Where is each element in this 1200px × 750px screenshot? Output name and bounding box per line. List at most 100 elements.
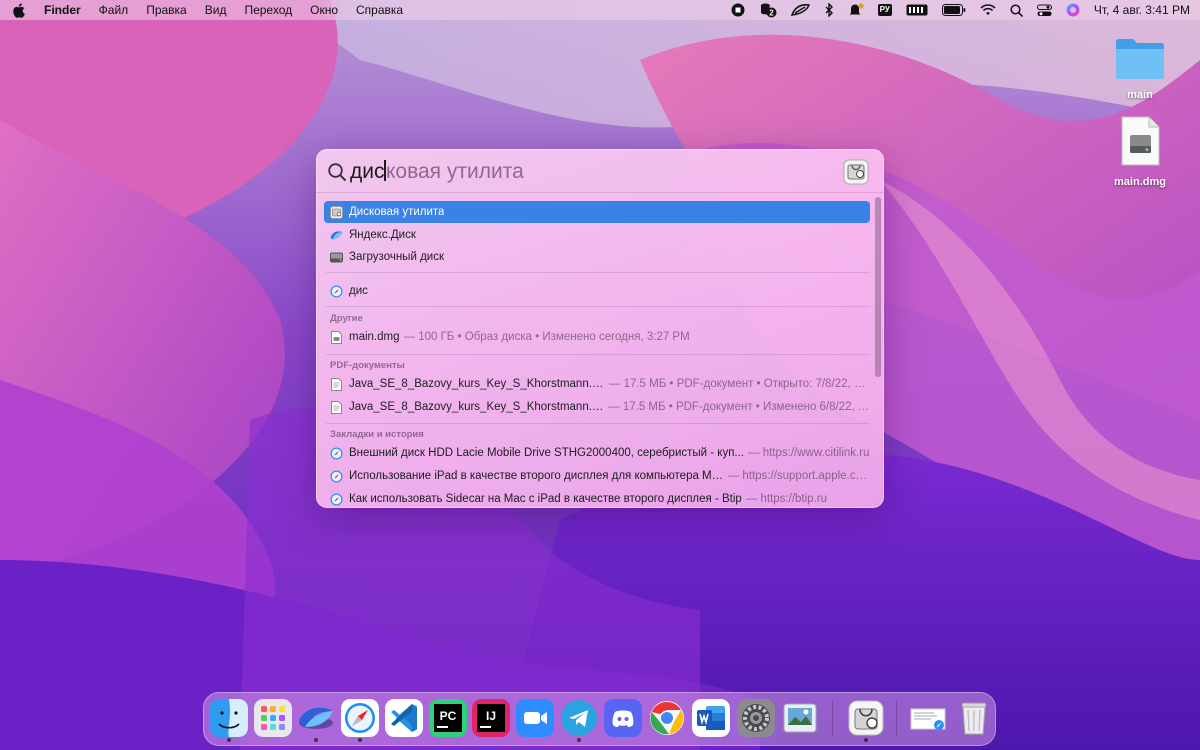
badge-count: 2 [769,9,774,18]
dock-app-text: PC [440,709,457,723]
menu-window[interactable]: Окно [310,3,338,17]
dock-trash[interactable] [955,699,993,737]
menu-go[interactable]: Переход [244,3,292,17]
yandex-disk-icon [330,229,343,242]
spotlight-search-bar[interactable]: дисковая утилита [316,149,884,193]
result-title: Яндекс.Диск [349,229,416,241]
desktop-icon-main-dmg[interactable]: main.dmg [1095,115,1185,188]
result-title: дис [349,285,368,297]
preview-icon [781,699,819,737]
result-title: Дисковая утилита [349,206,445,218]
dock: PC IJ [203,692,996,746]
result-title: Загрузочный диск [349,251,444,263]
spotlight-menu-icon[interactable] [1010,0,1023,20]
desktop-icon-main[interactable]: main [1095,36,1185,101]
dock-telegram[interactable] [560,699,598,742]
section-header-bookmarks: Закладки и история [330,429,424,440]
menu-file[interactable]: Файл [99,3,129,17]
search-completion: ковая утилита [385,160,524,183]
result-meta: — https://www.citilink.ru [748,447,870,459]
menu-edit[interactable]: Правка [146,3,187,17]
menu-bar: Finder Файл Правка Вид Переход Окно Спра… [0,0,1200,20]
dock-zoom[interactable] [516,699,554,737]
dock-vscode[interactable] [385,699,423,737]
dock-preview[interactable] [781,699,819,737]
menu-view[interactable]: Вид [205,3,227,17]
running-indicator [577,738,581,742]
downloads-stack-icon [909,699,947,737]
result-title: Java_SE_8_Bazovy_kurs_Key_S_Khorstmann.p… [349,401,605,413]
result-bookmark-2[interactable]: Использование iPad в качестве второго ди… [324,465,870,487]
vscode-icon [385,699,423,737]
telegram-icon [560,699,598,737]
desktop-icon-label: main.dmg [1114,176,1166,188]
result-meta: — 17.5 МБ • PDF-документ • Изменено 6/8/… [608,401,870,413]
launchpad-icon [254,699,292,737]
disk-utility-icon [847,699,885,737]
result-pdf-2[interactable]: Java_SE_8_Bazovy_kurs_Key_S_Khorstmann.p… [324,396,870,418]
dock-launchpad[interactable] [254,699,292,737]
battery-icon[interactable] [941,0,966,20]
search-input[interactable]: дисковая утилита [350,160,524,184]
pycharm-icon: PC [429,699,467,737]
memory-icon[interactable] [906,0,928,20]
results-divider [326,272,870,273]
result-bookmark-1[interactable]: Внешний диск HDD Lacie Mobile Drive STHG… [324,442,870,464]
results-divider [326,354,870,355]
zoom-icon [516,699,554,737]
discord-icon [604,699,642,737]
disk-image-icon [1119,115,1161,172]
dock-intellij[interactable]: IJ [472,699,510,737]
siri-icon[interactable] [1066,0,1080,20]
dock-yandex-disk[interactable] [297,699,335,742]
keyboard-layout-icon[interactable]: РУ [877,0,892,20]
result-bookmark-3[interactable]: Как использовать Sidecar на Mac с iPad в… [324,488,870,508]
bell-icon[interactable] [848,0,864,20]
section-header-other: Другие [330,313,363,324]
result-title: Использование iPad в качестве второго ди… [349,470,724,482]
yandex-disk-icon [297,699,335,737]
result-main-dmg[interactable]: main.dmg — 100 ГБ • Образ диска • Измене… [324,326,870,348]
notification-badge-icon[interactable]: 2 [759,0,777,20]
result-yandex-disk[interactable]: Яндекс.Диск [324,224,870,246]
result-pdf-1[interactable]: Java_SE_8_Bazovy_kurs_Key_S_Khorstmann.p… [324,373,870,395]
racket-icon[interactable] [790,0,811,20]
safari-icon [341,699,379,737]
bluetooth-icon[interactable] [825,0,834,20]
dock-chrome[interactable] [648,699,686,737]
result-meta: — https://support.apple.com [727,470,870,482]
search-typed-text: дис [350,160,385,183]
dock-word[interactable] [692,699,730,737]
result-disk-utility[interactable]: Дисковая утилита [324,201,870,223]
running-indicator [227,738,231,742]
menu-app-name[interactable]: Finder [44,3,81,17]
dock-pycharm[interactable]: PC [429,699,467,737]
dock-discord[interactable] [604,699,642,737]
control-center-icon[interactable] [1036,0,1052,20]
safari-icon [330,493,343,506]
apple-menu-icon[interactable] [12,2,26,18]
result-title: main.dmg [349,331,400,343]
dock-finder[interactable] [210,699,248,742]
result-startup-disk[interactable]: Загрузочный диск [324,246,870,268]
dock-system-preferences[interactable] [737,699,775,737]
desktop-icon-label: main [1127,89,1153,101]
menu-clock[interactable]: Чт, 4 авг. 3:41 PM [1094,0,1190,20]
stop-icon[interactable] [731,0,745,20]
menu-help[interactable]: Справка [356,3,403,17]
trash-icon [955,699,993,737]
result-web-search[interactable]: дис [324,280,870,302]
spotlight-window: дисковая утилита Дисковая утилита Яндекс… [316,149,884,508]
scrollbar-thumb[interactable] [875,197,881,377]
intellij-icon: IJ [472,699,510,737]
result-title: Внешний диск HDD Lacie Mobile Drive STHG… [349,447,745,459]
startup-disk-icon [330,251,343,264]
dock-disk-utility[interactable] [847,699,885,742]
dock-downloads-stack[interactable] [909,699,947,737]
results-scrollbar[interactable] [875,197,881,503]
running-indicator [864,738,868,742]
result-meta: — 17.5 МБ • PDF-документ • Открыто: 7/8/… [608,378,870,390]
wifi-icon[interactable] [980,0,996,20]
disk-utility-icon [843,159,869,185]
dock-safari[interactable] [341,699,379,742]
